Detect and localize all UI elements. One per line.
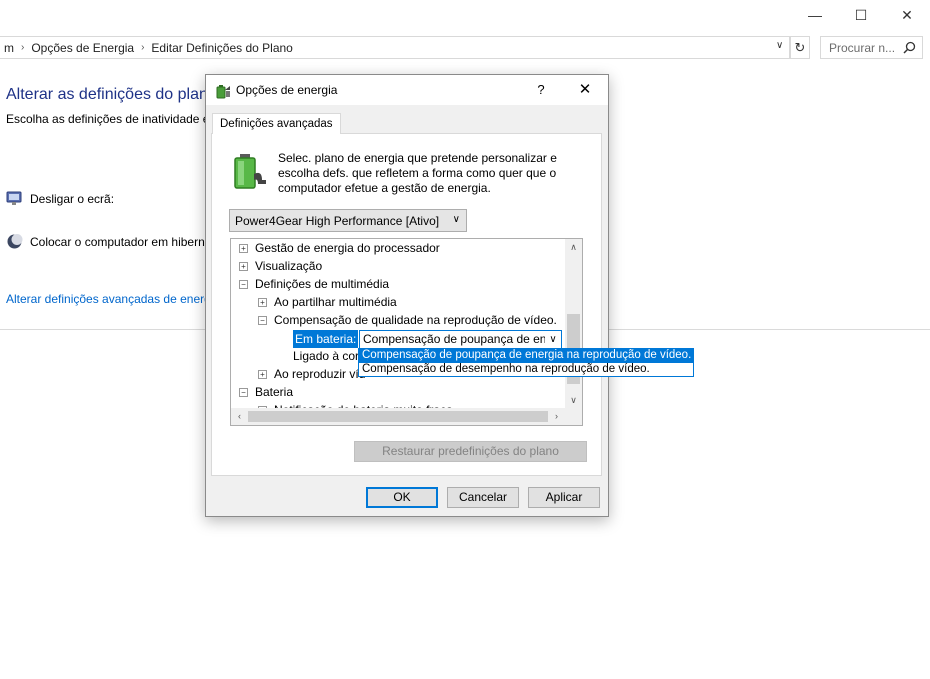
refresh-button[interactable]: ↻ bbox=[790, 36, 810, 59]
search-input[interactable]: Procurar n... bbox=[820, 36, 923, 59]
tree-item[interactable]: Ligado à cor bbox=[293, 347, 359, 365]
collapse-icon[interactable]: − bbox=[258, 315, 267, 325]
dropdown-option[interactable]: Compensação de poupança de energia na re… bbox=[359, 349, 693, 363]
tree-item-label: Compensação de qualidade na reprodução d… bbox=[274, 313, 557, 327]
chevron-right-icon: › bbox=[21, 42, 25, 53]
tree-item-label: Ligado à cor bbox=[293, 349, 360, 363]
on-battery-select[interactable]: Compensação de poupança de ene ∨ bbox=[359, 330, 562, 349]
tree-item-label: Definições de multimédia bbox=[255, 277, 390, 291]
page-subtitle: Escolha as definições de inatividade e bbox=[6, 112, 210, 126]
minimize-button[interactable]: — bbox=[792, 0, 838, 30]
tree-item-label: Visualização bbox=[255, 259, 323, 273]
sleep-row: Colocar o computador em hibern bbox=[6, 233, 205, 250]
expand-icon[interactable]: + bbox=[258, 369, 267, 379]
display-off-label: Desligar o ecrã: bbox=[30, 191, 115, 206]
plan-select[interactable]: Power4Gear High Performance [Ativo] ∨ bbox=[229, 209, 467, 232]
tree-item-label: Bateria bbox=[255, 385, 294, 399]
tree-item-label: Ao partilhar multimédia bbox=[274, 295, 397, 309]
tree-item-label: Ao reproduzir víd bbox=[274, 367, 366, 381]
scrollbar-thumb[interactable] bbox=[248, 411, 548, 422]
maximize-button[interactable]: ☐ bbox=[838, 0, 884, 30]
refresh-icon: ↻ bbox=[794, 39, 806, 55]
intro-text: Selec. plano de energia que pretende per… bbox=[278, 151, 557, 195]
chevron-right-icon: › bbox=[141, 42, 145, 53]
dropdown-option[interactable]: Compensação de desempenho na reprodução … bbox=[359, 363, 693, 377]
scroll-down-icon[interactable]: ∨ bbox=[565, 392, 582, 409]
window-controls: — ☐ ✕ bbox=[792, 0, 930, 30]
battery-plug-icon bbox=[234, 154, 266, 189]
scroll-up-icon[interactable]: ∧ bbox=[565, 239, 582, 256]
cancel-button[interactable]: Cancelar bbox=[447, 487, 519, 508]
monitor-icon bbox=[6, 191, 22, 205]
tree-item[interactable]: + Visualização bbox=[239, 257, 322, 275]
settings-tree[interactable]: + Gestão de energia do processador + Vis… bbox=[230, 238, 583, 426]
breadcrumb-power-options[interactable]: Opções de Energia bbox=[27, 41, 138, 55]
tab-advanced-settings[interactable]: Definições avançadas bbox=[212, 113, 341, 134]
tree-item[interactable]: − Compensação de qualidade na reprodução… bbox=[258, 311, 557, 329]
scroll-left-icon[interactable]: ‹ bbox=[231, 408, 248, 425]
help-button[interactable]: ? bbox=[526, 79, 556, 101]
plan-selected-value: Power4Gear High Performance [Ativo] bbox=[235, 213, 440, 228]
address-bar[interactable]: m › Opções de Energia › Editar Definiçõe… bbox=[0, 36, 790, 59]
vertical-scrollbar[interactable]: ∧ ∨ bbox=[565, 239, 582, 409]
tree-item[interactable]: − Definições de multimédia bbox=[239, 275, 389, 293]
dialog-titlebar[interactable]: Opções de energia ? ✕ bbox=[206, 75, 608, 105]
breadcrumb-edit-plan[interactable]: Editar Definições do Plano bbox=[147, 41, 296, 55]
moon-icon bbox=[7, 234, 23, 249]
chevron-down-icon: ∨ bbox=[545, 331, 561, 348]
tree-item-label: Gestão de energia do processador bbox=[255, 241, 440, 255]
tree-item[interactable]: − Bateria bbox=[239, 383, 293, 401]
sleep-label: Colocar o computador em hibern bbox=[30, 234, 205, 249]
ok-button[interactable]: OK bbox=[366, 487, 438, 508]
expand-icon[interactable]: + bbox=[239, 261, 248, 271]
dialog-close-button[interactable]: ✕ bbox=[568, 79, 602, 101]
close-window-button[interactable]: ✕ bbox=[884, 0, 930, 30]
tab-panel: Selec. plano de energia que pretende per… bbox=[211, 133, 602, 476]
apply-button[interactable]: Aplicar bbox=[528, 487, 600, 508]
tree-item[interactable]: + Ao partilhar multimédia bbox=[258, 293, 397, 311]
display-off-row: Desligar o ecrã: bbox=[6, 190, 114, 207]
expand-icon[interactable]: + bbox=[239, 243, 248, 253]
chevron-down-icon: ∨ bbox=[452, 214, 460, 225]
restore-defaults-button[interactable]: Restaurar predefinições do plano bbox=[354, 441, 587, 462]
collapse-icon[interactable]: − bbox=[239, 279, 248, 289]
collapse-icon[interactable]: − bbox=[239, 387, 248, 397]
horizontal-scrollbar[interactable]: ‹ › bbox=[231, 408, 582, 425]
address-bar-row: m › Opções de Energia › Editar Definiçõe… bbox=[0, 36, 930, 60]
advanced-settings-link[interactable]: Alterar definições avançadas de energ bbox=[6, 292, 211, 306]
on-battery-label[interactable]: Em bateria: bbox=[293, 330, 359, 348]
power-options-dialog: Opções de energia ? ✕ Definições avançad… bbox=[205, 74, 609, 517]
search-icon bbox=[903, 41, 916, 54]
expand-icon[interactable]: + bbox=[258, 297, 267, 307]
search-placeholder: Procurar n... bbox=[829, 40, 896, 55]
chevron-down-icon[interactable]: ∨ bbox=[776, 40, 783, 51]
breadcrumb-root[interactable]: m bbox=[0, 41, 18, 55]
power-plan-icon bbox=[216, 85, 230, 99]
tree-item[interactable]: + Ao reproduzir víd bbox=[258, 365, 365, 383]
page-title: Alterar as definições do plano bbox=[6, 86, 217, 103]
on-battery-dropdown-list: Compensação de poupança de energia na re… bbox=[358, 348, 694, 377]
dialog-title: Opções de energia bbox=[236, 83, 338, 97]
tree-item[interactable]: + Gestão de energia do processador bbox=[239, 239, 440, 257]
scroll-right-icon[interactable]: › bbox=[548, 408, 565, 425]
on-battery-value: Compensação de poupança de ene bbox=[363, 332, 554, 346]
